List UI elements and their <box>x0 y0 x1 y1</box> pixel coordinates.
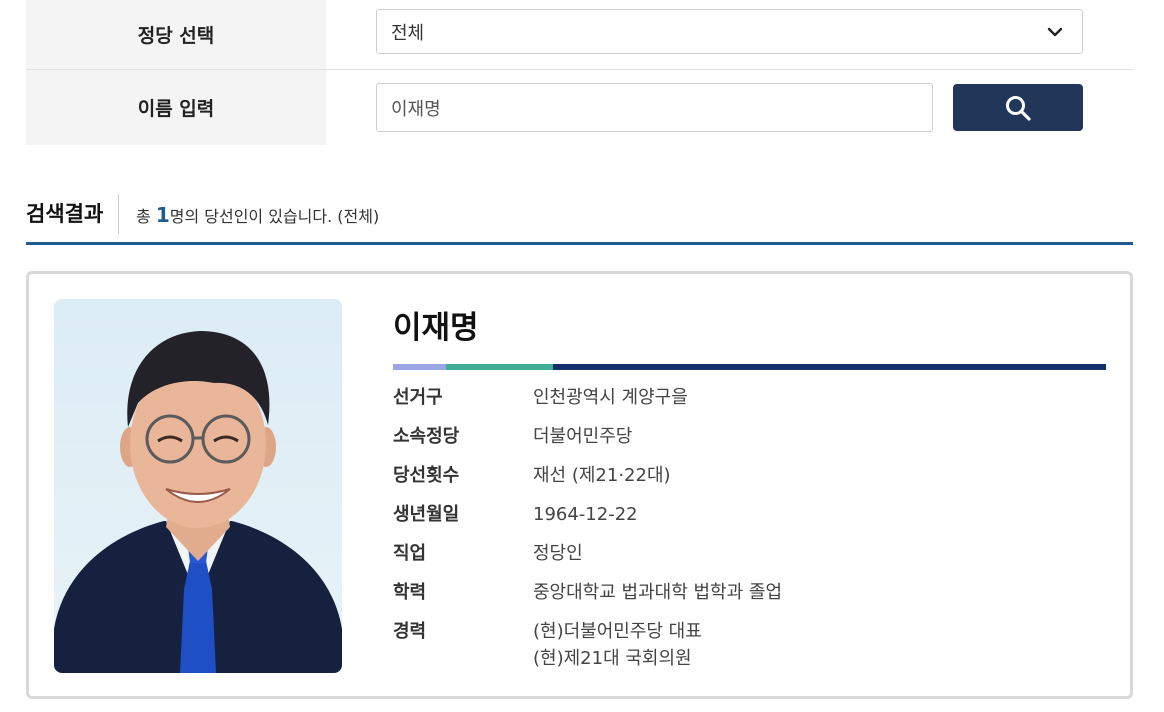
bar-segment-2 <box>446 364 553 370</box>
info-value: 1964-12-22 <box>533 504 638 525</box>
info-value: 정당인 <box>533 543 583 564</box>
name-filter-row: 이름 입력 <box>26 70 1133 145</box>
info-value: 중앙대학교 법과대학 법학과 졸업 <box>533 582 783 603</box>
info-row-education: 학력 중앙대학교 법과대학 법학과 졸업 <box>393 579 1106 606</box>
result-summary: 총 1명의 당선인이 있습니다. (전체) <box>136 203 379 227</box>
info-value: 재선 (제21·22대) <box>533 465 671 486</box>
party-filter-label: 정당 선택 <box>26 0 326 69</box>
result-header: 검색결과 총 1명의 당선인이 있습니다. (전체) <box>26 190 1133 245</box>
info-key: 경력 <box>393 621 427 642</box>
info-row-party: 소속정당 더불어민주당 <box>393 423 1106 450</box>
bar-segment-1 <box>393 364 446 370</box>
member-info: 선거구 인천광역시 계양구을 소속정당 더불어민주당 당선횟수 재선 (제21·… <box>393 384 1106 684</box>
info-key: 소속정당 <box>393 426 460 447</box>
info-key: 생년월일 <box>393 504 460 525</box>
summary-suffix: 명의 당선인이 있습니다. (전체) <box>169 207 380 226</box>
portrait-illustration <box>54 299 342 673</box>
info-row-occupation: 직업 정당인 <box>393 540 1106 567</box>
career-list: (현)더불어민주당 대표 (현)제21대 국회의원 <box>533 618 702 672</box>
info-row-career: 경력 (현)더불어민주당 대표 (현)제21대 국회의원 <box>393 618 1106 672</box>
career-item: (현)제21대 국회의원 <box>533 648 692 669</box>
info-row-district: 선거구 인천광역시 계양구을 <box>393 384 1106 411</box>
info-row-terms: 당선횟수 재선 (제21·22대) <box>393 462 1106 489</box>
info-key: 학력 <box>393 582 427 603</box>
info-value: 더불어민주당 <box>533 426 633 447</box>
result-count: 1 <box>155 203 170 227</box>
bar-segment-3 <box>553 364 1106 370</box>
party-filter-row: 정당 선택 전체 <box>26 0 1133 70</box>
info-key: 당선횟수 <box>393 465 460 486</box>
member-photo <box>54 299 342 673</box>
search-button[interactable] <box>953 84 1083 131</box>
party-select-value: 전체 <box>391 22 425 44</box>
chevron-down-icon <box>1047 27 1063 37</box>
name-input[interactable] <box>376 83 933 132</box>
career-item: (현)더불어민주당 대표 <box>533 621 702 642</box>
search-icon <box>1006 95 1031 121</box>
party-select[interactable]: 전체 <box>376 9 1083 54</box>
name-filter-label: 이름 입력 <box>26 70 326 145</box>
search-filter: 정당 선택 전체 이름 입력 <box>26 0 1133 145</box>
result-title: 검색결과 <box>26 202 104 226</box>
result-divider <box>118 194 119 234</box>
summary-prefix: 총 <box>136 207 151 226</box>
info-value: 인천광역시 계양구을 <box>533 387 688 408</box>
member-card[interactable]: 이재명 선거구 인천광역시 계양구을 소속정당 더불어민주당 당선횟수 재선 (… <box>26 271 1133 699</box>
info-key: 선거구 <box>393 387 443 408</box>
info-row-birthdate: 생년월일 1964-12-22 <box>393 501 1106 528</box>
info-key: 직업 <box>393 543 427 564</box>
member-name: 이재명 <box>393 310 479 346</box>
name-underline-bar <box>393 364 1106 370</box>
